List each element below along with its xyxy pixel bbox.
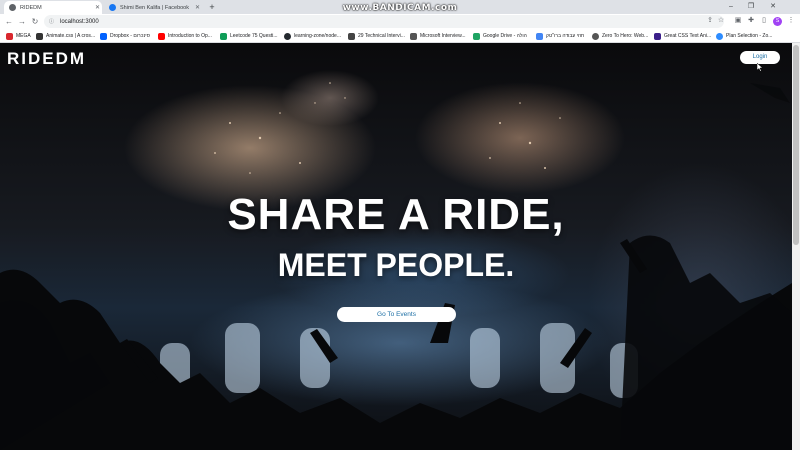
google-drive-icon bbox=[473, 32, 480, 40]
zoom-icon bbox=[716, 32, 723, 40]
bookmark-label: Microsoft Interview... bbox=[420, 33, 466, 39]
site-logo[interactable]: RIDEDM bbox=[7, 49, 86, 69]
address-bar[interactable]: ⓘ localhost:3000 bbox=[44, 15, 724, 28]
extension-icon[interactable]: ▣ bbox=[733, 16, 743, 26]
restore-icon[interactable]: ❐ bbox=[742, 1, 760, 13]
bookmark-item[interactable]: learning-zone/node... bbox=[284, 30, 341, 42]
bookmark-item[interactable]: MEGA bbox=[6, 30, 31, 42]
bookmark-item[interactable]: Animate.css | A cros... bbox=[36, 30, 95, 42]
bookmark-item[interactable]: Google Drive - הולה bbox=[473, 30, 527, 42]
bandicam-watermark: www.BANDICAM.com bbox=[342, 3, 458, 13]
bookmark-label: Plan Selection - Zo... bbox=[726, 33, 773, 39]
bookmark-label: Great CSS Text Ani... bbox=[664, 33, 712, 39]
hero-headline: SHARE A RIDE, bbox=[227, 190, 565, 239]
browser-chrome: RIDEDM ✕ Shimi Ben Kalifa | Facebook ✕ +… bbox=[0, 0, 800, 43]
mouse-cursor-icon bbox=[757, 63, 763, 72]
menu-dots-icon[interactable]: ⋮ bbox=[786, 16, 796, 26]
page-scrollbar[interactable] bbox=[792, 43, 800, 450]
bookmark-item[interactable]: Microsoft Interview... bbox=[410, 30, 466, 42]
hero-subheadline: MEET PEOPLE. bbox=[277, 247, 515, 283]
bookmarks-bar: MEGA Animate.css | A cros... Dropbox - ס… bbox=[0, 29, 800, 43]
bookmark-label: MEGA bbox=[16, 33, 31, 39]
close-tab-icon[interactable]: ✕ bbox=[93, 4, 102, 11]
bookmark-label: Leetcode 75 Questi... bbox=[230, 33, 278, 39]
address-text: localhost:3000 bbox=[60, 18, 99, 25]
bookmark-item[interactable]: Plan Selection - Zo... bbox=[716, 30, 772, 42]
browser-toolbar: ← → ↻ ⓘ localhost:3000 ⇪ ☆ ▣ ✚ ▯ ⋮ bbox=[0, 14, 800, 29]
dropbox-icon bbox=[100, 32, 107, 40]
bookmark-label: Google Drive - הולה bbox=[483, 33, 527, 39]
puzzle-icon[interactable]: ✚ bbox=[746, 16, 756, 26]
bookmark-item[interactable]: 29 Technical Intervi... bbox=[348, 30, 405, 42]
back-arrow-icon[interactable]: ← bbox=[4, 16, 14, 27]
info-icon[interactable]: ⓘ bbox=[49, 18, 54, 25]
scrollbar-thumb[interactable] bbox=[793, 45, 799, 245]
link-icon bbox=[348, 32, 355, 40]
bookmark-label: 29 Technical Intervi... bbox=[358, 33, 405, 39]
bookmark-item[interactable]: Dropbox - סינכרום bbox=[100, 30, 150, 42]
tab-ridedm[interactable]: RIDEDM ✕ bbox=[4, 1, 102, 14]
globe-icon bbox=[9, 4, 16, 11]
bookmark-label: Introduction to Op... bbox=[168, 33, 212, 39]
sidebar-icon[interactable]: ▯ bbox=[759, 16, 769, 26]
bookmark-label: Animate.css | A cros... bbox=[46, 33, 96, 39]
bookmark-star-icon[interactable]: ☆ bbox=[716, 16, 726, 26]
css-animation-icon bbox=[654, 32, 661, 40]
user-icon bbox=[592, 32, 599, 40]
tab-strip: RIDEDM ✕ Shimi Ben Kalifa | Facebook ✕ +… bbox=[0, 0, 800, 14]
bookmark-label: learning-zone/node... bbox=[294, 33, 341, 39]
profile-avatar[interactable]: S bbox=[773, 17, 782, 26]
bookmark-item[interactable]: Great CSS Text Ani... bbox=[654, 30, 711, 42]
sheets-icon bbox=[220, 32, 227, 40]
animate-css-icon bbox=[36, 32, 43, 40]
tab-title: Shimi Ben Kalifa | Facebook bbox=[120, 4, 189, 11]
bookmark-item[interactable]: Zero To Hero: Web... bbox=[592, 30, 648, 42]
close-window-icon[interactable]: ✕ bbox=[764, 1, 782, 13]
bookmark-label: חוזי עבודה ברו"טק bbox=[546, 33, 585, 39]
github-icon bbox=[284, 32, 291, 40]
bookmark-label: Zero To Hero: Web... bbox=[602, 33, 649, 39]
link-icon bbox=[410, 32, 417, 40]
close-tab-icon[interactable]: ✕ bbox=[193, 4, 202, 11]
mega-icon bbox=[6, 32, 13, 40]
bookmark-item[interactable]: Leetcode 75 Questi... bbox=[220, 30, 278, 42]
go-to-events-button[interactable]: Go To Events bbox=[337, 307, 456, 322]
new-tab-button[interactable]: + bbox=[207, 2, 217, 12]
reload-icon[interactable]: ↻ bbox=[30, 16, 40, 27]
minimize-icon[interactable]: – bbox=[722, 1, 740, 13]
tab-facebook[interactable]: Shimi Ben Kalifa | Facebook ✕ bbox=[104, 1, 202, 14]
youtube-icon bbox=[158, 32, 165, 40]
hero-section: RIDEDM Login SHARE A RIDE, MEET PEOPLE. … bbox=[0, 43, 792, 450]
forward-arrow-icon[interactable]: → bbox=[17, 16, 27, 27]
share-icon[interactable]: ⇪ bbox=[705, 16, 715, 26]
docs-icon bbox=[536, 32, 543, 40]
bookmark-item[interactable]: חוזי עבודה ברו"טק bbox=[536, 30, 584, 42]
bookmark-item[interactable]: Introduction to Op... bbox=[158, 30, 212, 42]
facebook-icon bbox=[109, 4, 116, 11]
tab-title: RIDEDM bbox=[20, 4, 42, 11]
bookmark-label: Dropbox - סינכרום bbox=[110, 33, 150, 39]
